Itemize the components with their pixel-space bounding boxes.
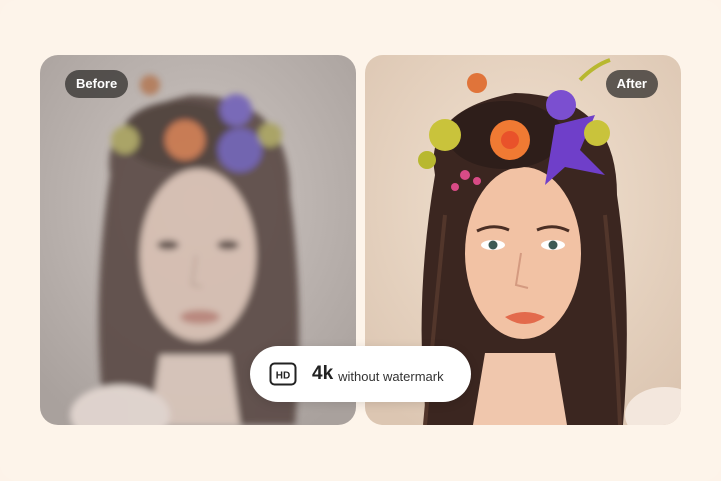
after-label: After (605, 70, 658, 98)
comparison-card: Before After HD 4k without watermark (0, 0, 721, 481)
hd-icon: HD (269, 362, 297, 386)
hd-icon-text: HD (276, 371, 290, 382)
resolution-badge: HD 4k without watermark (250, 346, 471, 402)
resolution-caption: without watermark (338, 368, 444, 384)
before-label: Before (65, 70, 129, 98)
resolution-value: 4k (312, 363, 334, 384)
